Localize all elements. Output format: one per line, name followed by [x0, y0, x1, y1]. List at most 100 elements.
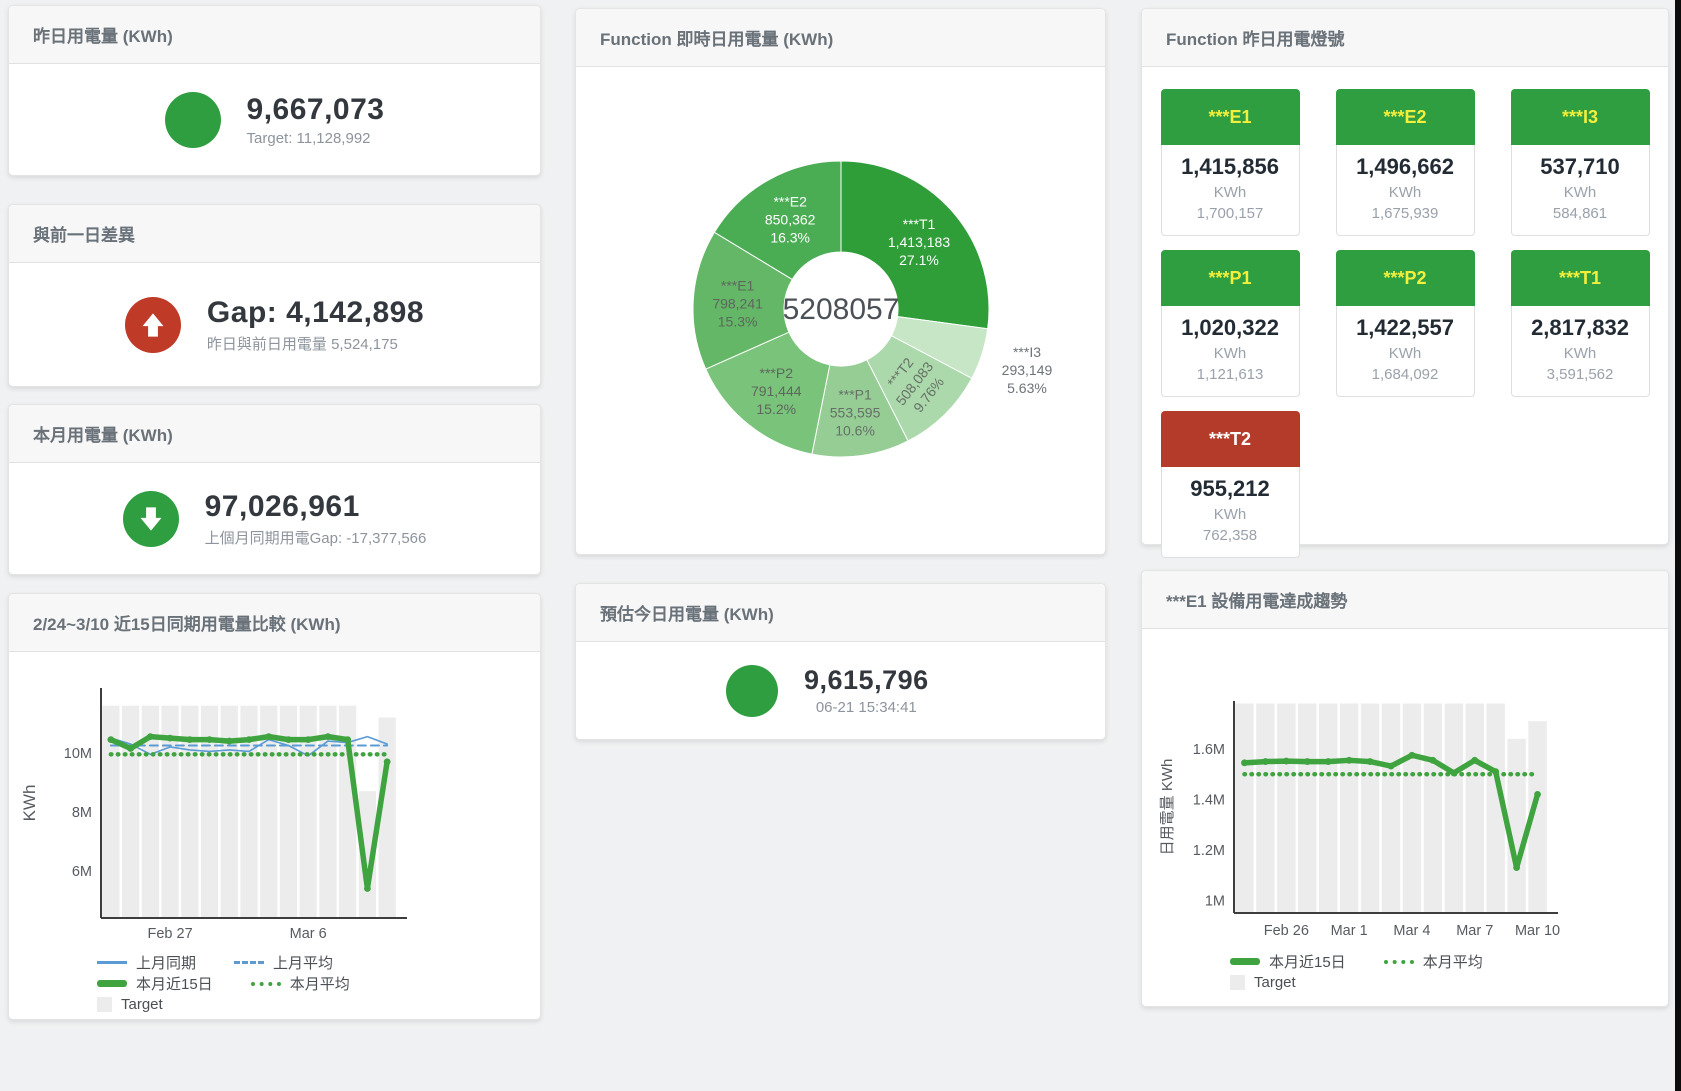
series-point [226, 738, 233, 745]
status-tile-E2: ***E2 1,496,662 KWh 1,675,939 [1336, 89, 1475, 236]
tiles-grid: ***E11,415,856KWh1,700,157***E21,496,662… [1142, 67, 1668, 558]
legend-swatch-gray-sq-icon [97, 997, 112, 1012]
green-status-circle-icon [726, 665, 778, 717]
legend-item: 上月同期 [97, 952, 196, 973]
series-point [364, 885, 371, 892]
series-point [1283, 758, 1290, 765]
chart-area: 1M1.2M1.4M1.6MFeb 26Mar 1Mar 4Mar 7Mar 1… [1142, 689, 1668, 993]
target-bar [1319, 704, 1337, 913]
legend-label: Target [1254, 974, 1296, 991]
tile-target: 1,675,939 [1341, 205, 1470, 222]
status-tile-I3: ***I3537,710KWh584,861 [1511, 89, 1650, 236]
y-tick-label: 8M [72, 805, 92, 821]
legend-label: 本月平均 [290, 973, 350, 994]
status-tile-P2: ***P21,422,557KWh1,684,092 [1336, 250, 1475, 397]
target-bar [1256, 704, 1274, 913]
tile-header: ***T2 [1161, 411, 1300, 467]
target-bar [221, 706, 238, 918]
tile-value: 537,710 [1516, 154, 1645, 180]
target-bar [122, 706, 139, 918]
legend-row: 上月同期 上月平均 [97, 952, 540, 973]
legend-row: Target [1230, 972, 1668, 993]
x-tick-label: Mar 7 [1456, 923, 1493, 939]
month-usage-gap: 上個月同期用電Gap: -17,377,566 [205, 527, 427, 548]
target-bar [1235, 704, 1253, 913]
series-point [1409, 752, 1416, 759]
series-point [1534, 791, 1541, 798]
status-tile-T2: ***T2955,212KWh762,358 [1161, 411, 1300, 558]
target-bar [1382, 704, 1400, 913]
tile-body: 537,710KWh584,861 [1511, 145, 1650, 236]
legend-swatch-blue-line-icon [97, 961, 127, 964]
donut-center-total: 5208057 [782, 293, 899, 326]
chart-area: 6M8M10MFeb 27Mar 6KWh 上月同期上月平均本月近15日本月平均… [9, 676, 540, 1015]
legend-item: 上月平均 [234, 952, 333, 973]
x-tick-label: Mar 10 [1515, 923, 1560, 939]
trend-line-chart: 1M1.2M1.4M1.6MFeb 26Mar 1Mar 4Mar 7Mar 1… [1142, 689, 1622, 947]
tile-body: 1,496,662 KWh 1,675,939 [1336, 145, 1475, 236]
series-point [1471, 757, 1478, 764]
tile-header: ***P1 [1161, 250, 1300, 306]
x-tick-label: Feb 26 [1264, 923, 1309, 939]
legend-swatch-green-dot-icon [1384, 960, 1414, 964]
series-point [1241, 759, 1248, 766]
donut-slice-label: ***I3293,1495.63% [1001, 344, 1052, 396]
tile-unit: KWh [1166, 506, 1295, 523]
tile-value: 1,415,856 [1166, 154, 1295, 180]
target-bar [1466, 704, 1484, 913]
series-point [206, 736, 213, 743]
x-tick-label: Mar 4 [1393, 923, 1430, 939]
panel-e1-trend-chart: ***E1 設備用電達成趨勢 1M1.2M1.4M1.6MFeb 26Mar 1… [1141, 570, 1669, 1007]
series-point [1492, 768, 1499, 775]
legend-label: 本月平均 [1423, 951, 1483, 972]
series-point [265, 733, 272, 740]
tile-value: 955,212 [1166, 476, 1295, 502]
y-tick-label: 6M [72, 864, 92, 880]
screen-right-edge [1675, 0, 1681, 1091]
panel-month-usage: 本月用電量 (KWh) 97,026,961 上個月同期用電Gap: -17,3… [8, 404, 541, 575]
tile-unit: KWh [1341, 345, 1470, 362]
y-tick-label: 1M [1205, 893, 1225, 909]
legend-item: 本月平均 [1384, 951, 1483, 972]
legend-swatch-green-line-icon [1230, 958, 1260, 965]
tile-value: 1,496,662 [1341, 154, 1470, 180]
legend-item: 本月近15日 [1230, 951, 1346, 972]
down-arrow-icon [123, 491, 179, 547]
tile-value: 1,020,322 [1166, 315, 1295, 341]
day-gap-sub: 昨日與前日用電量 5,524,175 [207, 333, 424, 354]
tile-target: 1,121,613 [1166, 366, 1295, 383]
legend-item: 本月平均 [251, 973, 350, 994]
legend-swatch-green-dot-icon [251, 982, 281, 986]
month-usage-value: 97,026,961 [205, 490, 427, 524]
panel-day-gap: 與前一日差異 Gap: 4,142,898 昨日與前日用電量 5,524,175 [8, 204, 541, 387]
tile-header: ***E2 [1336, 89, 1475, 145]
y-axis-label: 日用電量 KWh [1159, 759, 1176, 856]
tile-body: 2,817,832KWh3,591,562 [1511, 306, 1650, 397]
series-point [186, 736, 193, 743]
estimate-value: 9,615,796 [804, 665, 929, 696]
panel-estimate-today: 預估今日用電量 (KWh) 9,615,796 06-21 15:34:41 [575, 583, 1106, 740]
tile-unit: KWh [1341, 184, 1470, 201]
estimate-timestamp: 06-21 15:34:41 [804, 699, 929, 716]
panel-title: 與前一日差異 [9, 205, 540, 263]
legend-label: 本月近15日 [136, 973, 213, 994]
series-point [167, 735, 174, 742]
yesterday-usage-target: Target: 11,128,992 [247, 130, 385, 147]
tile-target: 3,591,562 [1516, 366, 1645, 383]
target-bar [1445, 704, 1463, 913]
panel-title: 預估今日用電量 (KWh) [576, 584, 1105, 642]
target-bar [1298, 704, 1316, 913]
legend-row: 本月近15日 本月平均 [97, 973, 540, 994]
tile-body: 955,212KWh762,358 [1161, 467, 1300, 558]
stat-body: 9,667,073 Target: 11,128,992 [9, 64, 540, 175]
stat-body: Gap: 4,142,898 昨日與前日用電量 5,524,175 [9, 263, 540, 386]
day-gap-value: Gap: 4,142,898 [207, 296, 424, 330]
target-bar [1403, 704, 1421, 913]
status-tile-T1: ***T12,817,832KWh3,591,562 [1511, 250, 1650, 397]
tile-target: 1,684,092 [1341, 366, 1470, 383]
green-status-circle-icon [165, 92, 221, 148]
panel-realtime-donut: Function 即時日用電量 (KWh) ***T11,413,18327.1… [575, 8, 1106, 555]
panel-title: 2/24~3/10 近15日同期用電量比較 (KWh) [9, 594, 540, 652]
series-point [1388, 763, 1395, 770]
series-point [1262, 758, 1269, 765]
